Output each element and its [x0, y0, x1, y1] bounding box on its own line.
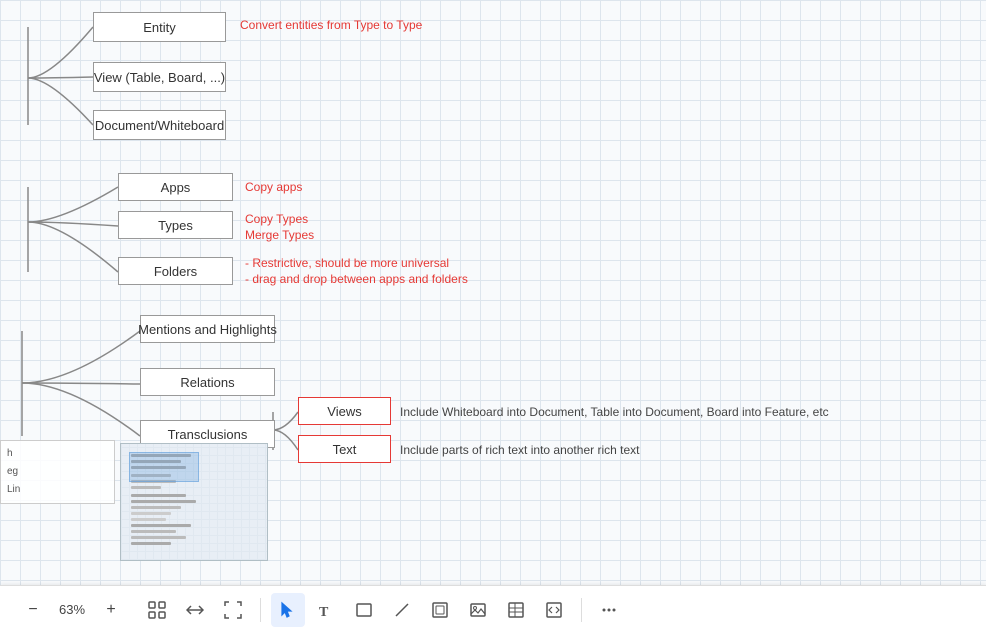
fullscreen-button[interactable]: [216, 593, 250, 627]
rect-tool-button[interactable]: [347, 593, 381, 627]
convert-annotation: Convert entities from Type to Type: [240, 18, 422, 32]
entity-node[interactable]: Entity: [93, 12, 226, 42]
zoom-in-button[interactable]: +: [94, 593, 128, 627]
more-tools-button[interactable]: [592, 593, 626, 627]
document-node[interactable]: Document/Whiteboard: [93, 110, 226, 140]
line-tool-icon: [393, 601, 411, 619]
image-tool-button[interactable]: [461, 593, 495, 627]
text-desc-annotation: Include parts of rich text into another …: [400, 443, 639, 457]
toolbar-divider-1: [260, 598, 261, 622]
copy-types-annotation: Copy Types: [245, 212, 308, 226]
page-grid-button[interactable]: [140, 593, 174, 627]
fit-width-button[interactable]: [178, 593, 212, 627]
copy-apps-annotation: Copy apps: [245, 180, 302, 194]
image-tool-icon: [469, 601, 487, 619]
views-desc-annotation: Include Whiteboard into Document, Table …: [400, 405, 829, 419]
frame-tool-button[interactable]: [423, 593, 457, 627]
merge-types-annotation: Merge Types: [245, 228, 314, 242]
restrictive-annotation: - Restrictive, should be more universal: [245, 256, 449, 270]
more-tools-icon: [600, 601, 618, 619]
drag-drop-annotation: - drag and drop between apps and folders: [245, 272, 468, 286]
table-tool-button[interactable]: [499, 593, 533, 627]
views-child-node[interactable]: Views: [298, 397, 391, 425]
folders-node[interactable]: Folders: [118, 257, 233, 285]
svg-text:T: T: [319, 605, 329, 619]
cursor-tool-button[interactable]: [271, 593, 305, 627]
mentions-node[interactable]: Mentions and Highlights: [140, 315, 275, 343]
text-tool-button[interactable]: T: [309, 593, 343, 627]
toolbar: − 63% +: [0, 585, 986, 633]
fullscreen-icon: [224, 601, 242, 619]
embed-tool-icon: [545, 601, 563, 619]
sidebar-label-1: h: [7, 445, 108, 463]
text-child-node[interactable]: Text: [298, 435, 391, 463]
page-grid-icon: [148, 601, 166, 619]
canvas-thumbnail: [120, 443, 268, 561]
frame-tool-icon: [431, 601, 449, 619]
cursor-icon: [280, 601, 296, 619]
sidebar-label-3: Lin: [7, 481, 108, 499]
zoom-level: 63%: [54, 602, 90, 617]
relations-node[interactable]: Relations: [140, 368, 275, 396]
zoom-controls: − 63% +: [16, 593, 128, 627]
canvas: Entity View (Table, Board, ...) Document…: [0, 0, 986, 585]
rect-tool-icon: [355, 601, 373, 619]
apps-node[interactable]: Apps: [118, 173, 233, 201]
toolbar-divider-2: [581, 598, 582, 622]
table-tool-icon: [507, 601, 525, 619]
types-node[interactable]: Types: [118, 211, 233, 239]
text-tool-icon: T: [317, 601, 335, 619]
sidebar-labels: h eg Lin: [0, 440, 115, 504]
fit-width-icon: [186, 601, 204, 619]
sidebar-label-2: eg: [7, 463, 108, 481]
line-tool-button[interactable]: [385, 593, 419, 627]
zoom-out-button[interactable]: −: [16, 593, 50, 627]
view-node[interactable]: View (Table, Board, ...): [93, 62, 226, 92]
embed-tool-button[interactable]: [537, 593, 571, 627]
